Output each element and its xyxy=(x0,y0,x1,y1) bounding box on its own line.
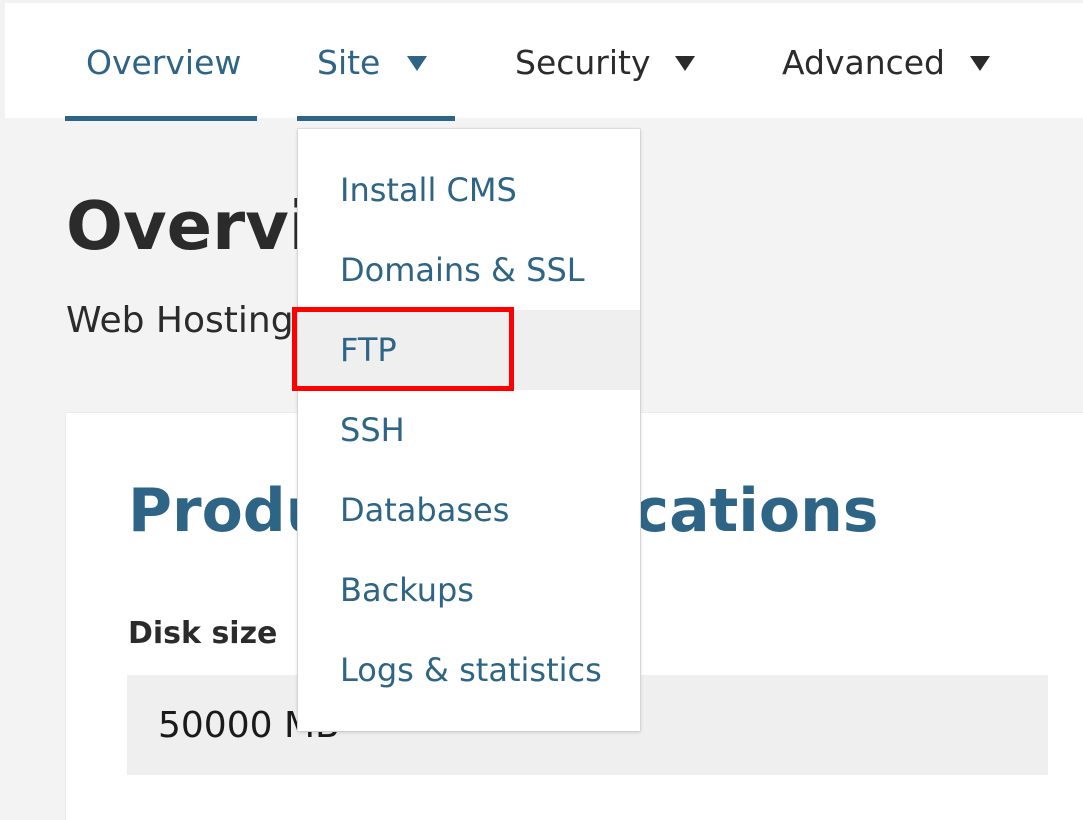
tab-site[interactable]: Site xyxy=(297,3,455,121)
tab-site-label: Site xyxy=(317,42,381,82)
tab-security[interactable]: Security xyxy=(500,3,710,121)
tab-advanced-label: Advanced xyxy=(782,42,946,82)
tab-overview-label: Overview xyxy=(86,42,242,82)
site-dropdown-menu: Install CMS Domains & SSL FTP SSH Databa… xyxy=(298,129,640,731)
menu-item-backups[interactable]: Backups xyxy=(298,550,640,630)
top-navigation: Overview Site Security Advanced xyxy=(0,0,1083,121)
tab-advanced[interactable]: Advanced xyxy=(767,3,1007,121)
caret-down-icon xyxy=(407,56,427,71)
menu-item-logs-statistics[interactable]: Logs & statistics xyxy=(298,630,640,710)
menu-item-ssh[interactable]: SSH xyxy=(298,390,640,470)
tab-overview-underline xyxy=(65,116,257,121)
menu-item-install-cms[interactable]: Install CMS xyxy=(298,150,640,230)
tab-security-label: Security xyxy=(515,42,651,82)
tab-overview[interactable]: Overview xyxy=(65,3,257,121)
tab-site-underline xyxy=(297,116,455,121)
caret-down-icon xyxy=(675,56,695,71)
menu-item-domains-ssl[interactable]: Domains & SSL xyxy=(298,230,640,310)
caret-down-icon xyxy=(970,56,990,71)
menu-item-databases[interactable]: Databases xyxy=(298,470,640,550)
disk-size-label: Disk size xyxy=(128,616,278,651)
page-subtitle: Web Hosting xyxy=(66,300,294,341)
menu-item-ftp[interactable]: FTP xyxy=(298,310,640,390)
